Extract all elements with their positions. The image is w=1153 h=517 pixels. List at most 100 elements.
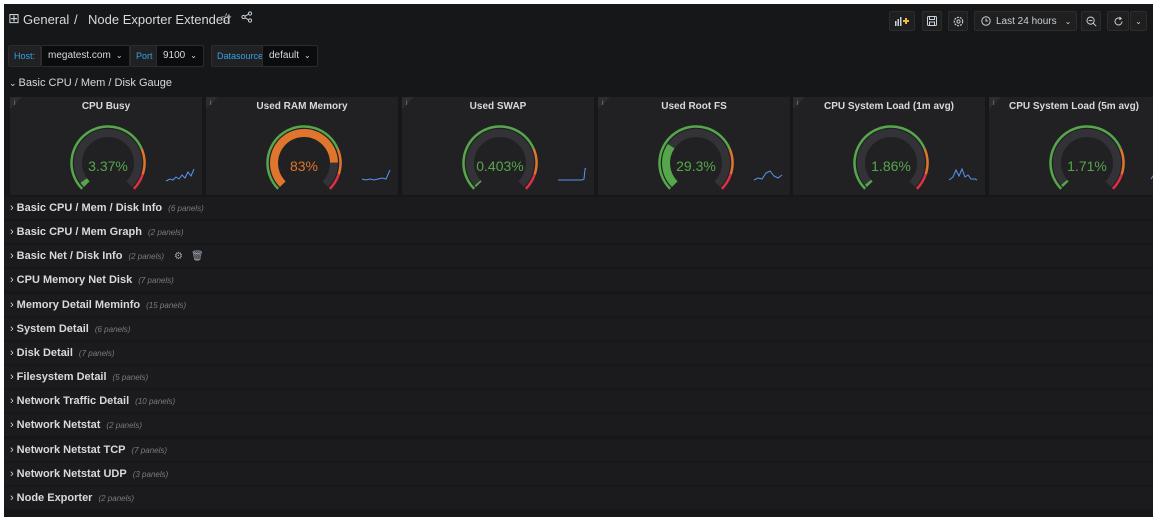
zoom-out-icon (1086, 16, 1097, 27)
gauge-value-arc (662, 143, 678, 188)
variable-value-datasource: default (269, 50, 300, 61)
gauge-panel[interactable]: i CPU Busy 3.37% (10, 97, 202, 195)
chevron-right-icon: › (10, 250, 14, 263)
chevron-right-icon: › (10, 346, 14, 359)
chevron-down-icon: ⌄ (1135, 16, 1142, 26)
variable-select-datasource[interactable]: default ⌄ (262, 45, 318, 67)
gauge-graphic: 1.86% (853, 125, 978, 190)
chevron-right-icon: › (10, 371, 14, 383)
breadcrumb-folder[interactable]: General (23, 12, 69, 27)
variable-value-host: megatest.com (48, 50, 111, 61)
top-navbar: ⊞ General / Node Exporter Extended ☆ Las… (4, 4, 1153, 34)
gauge-panel[interactable]: i CPU System Load (5m avg) 1.71% (989, 97, 1153, 195)
refresh-button[interactable] (1107, 11, 1129, 31)
collapsed-row[interactable]: › Basic CPU / Mem / Disk Info (6 panels) (4, 197, 1153, 219)
variable-select-port[interactable]: 9100 ⌄ (156, 45, 204, 67)
chevron-down-icon: ⌄ (304, 51, 311, 60)
collapsed-row[interactable]: › Basic Net / Disk Info (2 panels) ⚙ 🗑 (4, 245, 1153, 268)
collapsed-row[interactable]: › Basic CPU / Mem Graph (2 panels) (4, 221, 1153, 244)
clock-icon (981, 16, 991, 26)
row-panel-count: (3 panels) (132, 469, 169, 479)
row-panel-count: (2 panels) (106, 421, 142, 431)
gear-icon[interactable]: ⚙ (174, 251, 183, 262)
row-title: Node Exporter (16, 491, 93, 504)
row-panel-count: (6 panels) (94, 324, 131, 334)
gauge-value-arc (474, 180, 482, 188)
collapsed-row[interactable]: › Network Traffic Detail (10 panels) (4, 390, 1153, 413)
time-range-label: Last 24 hours (996, 15, 1057, 27)
star-icon[interactable]: ☆ (220, 10, 233, 27)
row-title: Network Traffic Detail (16, 395, 130, 408)
add-panel-button[interactable] (889, 11, 915, 31)
dashboard-frame: ⊞ General / Node Exporter Extended ☆ Las… (4, 4, 1153, 517)
collapsed-row[interactable]: › Node Exporter (2 panels) (4, 486, 1153, 509)
variable-label-datasource: Datasource (211, 45, 270, 67)
row-title: Memory Detail Meminfo (16, 298, 141, 311)
row-panel-count: (6 panels) (168, 204, 204, 213)
row-title: Network Netstat (16, 419, 101, 432)
gauge-value-text: 83% (290, 158, 318, 174)
sparkline (558, 167, 587, 181)
collapsed-row[interactable]: › Memory Detail Meminfo (15 panels) (4, 293, 1153, 316)
collapsed-row[interactable]: › Network Netstat TCP (7 panels) (4, 438, 1153, 461)
chevron-down-icon: ⌄ (115, 51, 123, 60)
variable-label-port: Port (130, 45, 159, 67)
collapsed-row[interactable]: › CPU Memory Net Disk (7 panels) (4, 269, 1153, 292)
sparkline (165, 168, 195, 182)
row-title: Basic CPU / Mem Graph (16, 226, 142, 239)
chevron-right-icon: › (10, 443, 14, 456)
row-title: Filesystem Detail (16, 371, 107, 383)
gauge-threshold-arc (728, 148, 734, 175)
chevron-right-icon: › (10, 467, 14, 480)
gauge-threshold-arc (140, 148, 146, 175)
zoom-out-button[interactable] (1081, 11, 1101, 31)
refresh-interval-dropdown[interactable]: ⌄ (1130, 11, 1147, 31)
settings-button[interactable] (948, 11, 968, 31)
collapsed-row[interactable]: › Network Netstat (2 panels) (4, 414, 1153, 437)
collapsed-row[interactable]: › Network Netstat UDP (3 panels) (4, 462, 1153, 485)
gauge-threshold-arc (336, 148, 342, 175)
gear-icon (953, 16, 963, 26)
collapsed-row[interactable]: › Filesystem Detail (5 panels) (4, 366, 1153, 388)
row-header-basic-gauge[interactable]: ⌄ Basic CPU / Mem / Disk Gauge (4, 73, 1153, 93)
variable-value-port: 9100 (163, 50, 186, 61)
row-panel-count: (7 panels) (131, 445, 168, 455)
gauge-graphic: 0.403% (462, 125, 587, 190)
sparkline (361, 169, 391, 181)
chevron-right-icon: › (10, 274, 14, 287)
row-title: Basic CPU / Mem / Disk Gauge (18, 77, 172, 89)
chevron-down-icon: ⌄ (9, 78, 17, 88)
chevron-right-icon: › (10, 202, 14, 214)
sparkline (948, 167, 978, 181)
save-button[interactable] (922, 11, 942, 31)
row-title: CPU Memory Net Disk (16, 274, 133, 287)
row-panel-count: (7 panels) (78, 348, 115, 358)
breadcrumb-dashboard-title[interactable]: Node Exporter Extended (88, 12, 230, 27)
refresh-icon (1114, 16, 1122, 25)
gauge-threshold-arc (923, 148, 929, 175)
gauge-panel[interactable]: i Used Root FS 29.3% (598, 97, 790, 195)
gauge-graphic: 3.37% (70, 125, 195, 190)
collapsed-row[interactable]: › System Detail (6 panels) (4, 317, 1153, 340)
gauge-panel[interactable]: i Used RAM Memory 83% (206, 97, 398, 195)
trash-icon[interactable]: 🗑 (191, 251, 204, 262)
gauge-value-text: 1.86% (871, 158, 911, 174)
chevron-right-icon: › (10, 395, 14, 408)
gauge-threshold-arc (1119, 148, 1125, 175)
row-title: Basic Net / Disk Info (16, 250, 123, 263)
gauge-panel[interactable]: i Used SWAP 0.403% (402, 97, 594, 195)
gauge-panel[interactable]: i CPU System Load (1m avg) 1.86% (793, 97, 985, 195)
share-icon[interactable] (241, 11, 253, 26)
apps-grid-icon[interactable]: ⊞ (8, 10, 20, 27)
gauge-value-arc (1061, 179, 1069, 188)
row-panel-count: (7 panels) (138, 276, 174, 286)
collapsed-row[interactable]: › Disk Detail (7 panels) (4, 341, 1153, 364)
gauge-graphic: 29.3% (658, 125, 783, 190)
variable-select-host[interactable]: megatest.com ⌄ (41, 45, 130, 67)
save-icon (927, 16, 937, 26)
chevron-right-icon: › (10, 491, 14, 504)
time-range-picker[interactable]: Last 24 hours ⌄ (974, 11, 1077, 31)
variable-label-host: Host: (8, 45, 42, 67)
row-panel-count: (2 panels) (128, 252, 165, 262)
row-panel-count: (15 panels) (146, 300, 187, 310)
